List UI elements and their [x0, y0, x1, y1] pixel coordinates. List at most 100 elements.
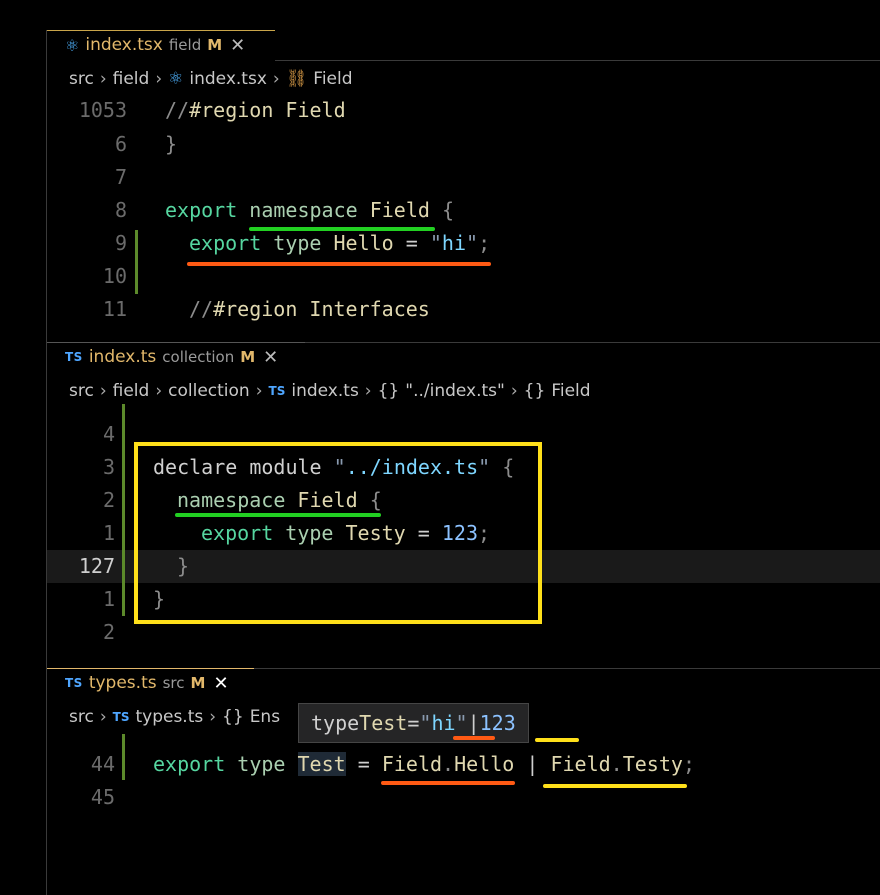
highlight-underline-green: [175, 513, 381, 517]
breadcrumb: src › field › ⚛ index.tsx › ⛓ Field: [69, 66, 353, 92]
breadcrumb-item[interactable]: collection: [168, 381, 250, 401]
tab-filename: types.ts: [88, 673, 157, 693]
dot: .: [442, 752, 455, 776]
ts-icon: TS: [65, 676, 83, 690]
line-number: 1: [102, 521, 115, 545]
breadcrumb: src › field › collection › TS index.ts ›…: [69, 378, 591, 404]
breadcrumb-item[interactable]: src: [69, 707, 94, 727]
line-number: 7: [114, 165, 127, 189]
code-line: //#region Interfaces: [189, 297, 430, 321]
line-number: 2: [102, 620, 115, 644]
tab-description: src: [162, 674, 185, 692]
dot: .: [610, 752, 623, 776]
modified-badge: M: [240, 348, 256, 366]
quote: ": [419, 711, 432, 735]
line-number: 2: [102, 488, 115, 512]
close-tab-icon[interactable]: ✕: [263, 347, 278, 368]
line-number-current: 127: [78, 554, 115, 578]
chevron-right-icon: ›: [99, 69, 107, 89]
breadcrumb-item[interactable]: src: [69, 69, 94, 89]
keyword-namespace: namespace: [249, 198, 358, 222]
breadcrumb-item[interactable]: "../index.ts": [405, 381, 505, 401]
chevron-right-icon: ›: [510, 381, 518, 401]
line-number: 4: [102, 422, 115, 446]
union-operator: |: [526, 752, 539, 776]
keyword-export: export: [153, 752, 226, 776]
braces-icon: {}: [222, 707, 244, 727]
string-literal: hi: [431, 711, 456, 735]
breadcrumb-item[interactable]: field: [113, 69, 150, 89]
quote: ": [429, 231, 442, 255]
chevron-right-icon: ›: [155, 381, 163, 401]
tab-types-ts[interactable]: TS types.ts src M ✕: [47, 668, 229, 698]
line-number: 9: [114, 231, 127, 255]
keyword-export: export: [189, 231, 262, 255]
string-literal: hi: [441, 231, 467, 255]
tab-index-tsx[interactable]: ⚛ index.tsx field M ✕: [47, 30, 245, 60]
line-number: 45: [90, 785, 115, 809]
highlight-underline-orange: [453, 736, 495, 740]
member-reference: Hello: [454, 752, 515, 776]
namespace-icon: ⛓: [285, 69, 308, 89]
type-name: Test: [297, 752, 346, 776]
tab-bar-divider: [275, 60, 880, 61]
react-icon: ⚛: [65, 35, 80, 55]
semicolon: ;: [682, 752, 695, 776]
close-tab-icon[interactable]: ✕: [230, 35, 245, 56]
keyword-type: type: [273, 231, 322, 255]
tab-description: collection: [162, 348, 235, 366]
braces-icon: {}: [377, 381, 400, 401]
breadcrumb-item[interactable]: types.ts: [135, 707, 203, 727]
line-number: 44: [90, 752, 115, 776]
closing-brace: }: [165, 132, 178, 156]
tab-index-ts[interactable]: TS index.ts collection M ✕: [47, 342, 278, 372]
namespace-reference: Field: [381, 752, 443, 776]
react-icon: ⚛: [168, 69, 184, 89]
modified-badge: M: [207, 36, 223, 54]
member-reference: Testy: [622, 752, 683, 776]
editor-pane-index-ts: TS index.ts collection M ✕ src › field ›…: [47, 342, 880, 668]
code-line: export type Hello = "hi";: [189, 231, 490, 255]
code-line: export type Test = Field.Hello | Field.T…: [153, 752, 695, 776]
breadcrumb-item[interactable]: index.ts: [291, 381, 358, 401]
breadcrumb-item[interactable]: field: [113, 381, 150, 401]
breadcrumb-item[interactable]: src: [69, 381, 94, 401]
line-number: 11: [102, 297, 127, 321]
number-literal: 123: [479, 711, 516, 735]
quote: ": [455, 711, 468, 735]
highlight-underline-green: [249, 227, 435, 231]
breadcrumb: src › TS types.ts › {} Ens: [69, 704, 280, 730]
highlight-underline-orange: [381, 781, 515, 785]
chevron-right-icon: ›: [364, 381, 372, 401]
chevron-right-icon: ›: [255, 381, 263, 401]
chevron-right-icon: ›: [99, 707, 107, 727]
ts-icon: TS: [268, 384, 286, 398]
highlight-underline-yellow: [535, 738, 579, 742]
breadcrumb-item[interactable]: index.tsx: [189, 69, 267, 89]
tab-filename: index.tsx: [85, 35, 163, 55]
highlight-underline-orange: [187, 262, 491, 266]
union-operator: |: [467, 711, 480, 735]
modified-gutter-indicator: [122, 404, 125, 616]
close-tab-icon[interactable]: ✕: [213, 673, 228, 694]
comment-slashes: //: [165, 98, 190, 122]
ts-icon: TS: [112, 710, 130, 724]
line-number: 10: [102, 264, 127, 288]
code-line: }: [165, 132, 177, 156]
breadcrumb-item[interactable]: Field: [551, 381, 590, 401]
chevron-right-icon: ›: [99, 381, 107, 401]
braces-icon: {}: [523, 381, 546, 401]
line-number: 6: [114, 132, 127, 156]
line-number: 3: [102, 455, 115, 479]
region-comment: #region Interfaces: [213, 297, 430, 321]
modified-badge: M: [190, 674, 206, 692]
namespace-name: Field: [369, 198, 430, 222]
breadcrumb-item[interactable]: Ens: [250, 707, 280, 727]
chevron-right-icon: ›: [155, 69, 163, 89]
chevron-right-icon: ›: [272, 69, 280, 89]
equals-operator: =: [407, 711, 420, 735]
keyword-type: type: [237, 752, 286, 776]
opening-brace: {: [441, 198, 455, 222]
keyword-type: type: [311, 711, 360, 735]
breadcrumb-item[interactable]: Field: [313, 69, 352, 89]
